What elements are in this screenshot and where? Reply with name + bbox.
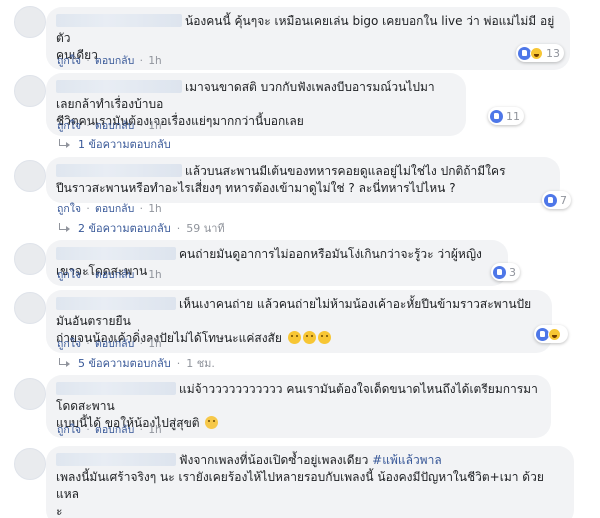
replies-count[interactable]: 1 ข้อความตอบกลับ [78, 135, 171, 153]
separator: · [139, 55, 143, 67]
reaction-summary[interactable]: 7 [542, 191, 571, 209]
like-link[interactable]: ถูกใจ [57, 120, 81, 132]
separator: · [86, 120, 90, 132]
view-replies-link[interactable]: 5 ข้อความตอบกลับ · 1 ชม. [57, 354, 215, 372]
separator: · [176, 356, 181, 370]
reply-link[interactable]: ตอบกลับ [95, 269, 134, 281]
comment-bubble: ฟังจากเพลงที่น้องเปิดซ้ำอยู่เพลงเดียว #แ… [46, 446, 574, 518]
replies-time: 1 ชม. [186, 357, 215, 370]
haha-reaction-icon [530, 46, 543, 60]
laughing-emoji-icon [302, 331, 316, 344]
separator: · [86, 203, 90, 215]
reaction-count: 3 [509, 265, 516, 279]
comment-time[interactable]: 1h [148, 203, 161, 215]
comment-actions: ถูกใจ · ตอบกลับ · 1h [57, 421, 162, 438]
reply-link[interactable]: ตอบกลับ [95, 120, 134, 132]
like-link[interactable]: ถูกใจ [57, 269, 81, 281]
comment-actions: ถูกใจ · ตอบกลับ · 1h [57, 335, 162, 352]
separator: · [86, 269, 90, 281]
like-link[interactable]: ถูกใจ [57, 424, 81, 436]
replies-time: 59 นาที [186, 222, 225, 235]
like-reaction-icon [493, 265, 506, 279]
comment-time[interactable]: 1h [148, 424, 161, 436]
like-reaction-icon [490, 109, 503, 123]
avatar[interactable] [14, 75, 46, 107]
comment-actions: ถูกใจ · ตอบกลับ · 1h [57, 52, 162, 69]
reaction-summary[interactable]: 11 [488, 107, 524, 125]
separator: · [86, 55, 90, 67]
commenter-name[interactable] [56, 80, 182, 93]
comment-actions: ถูกใจ · ตอบกลับ · 1h [57, 200, 162, 217]
reply-link[interactable]: ตอบกลับ [95, 203, 134, 215]
reply-link[interactable]: ตอบกลับ [95, 55, 134, 67]
reply-link[interactable]: ตอบกลับ [95, 338, 134, 350]
separator: · [176, 221, 181, 235]
reaction-summary[interactable]: 3 [491, 263, 520, 281]
reaction-count: 11 [506, 109, 520, 123]
reply-arrow-icon [57, 358, 73, 368]
comment-text-line: เพลงนี้มันเศร้าจริงๆ นะ เรายังเคยร้องไห้… [56, 470, 544, 501]
replies-count[interactable]: 5 ข้อความตอบกลับ [78, 354, 171, 372]
like-link[interactable]: ถูกใจ [57, 338, 81, 350]
comment-actions: ถูกใจ · ตอบกลับ · 1h [57, 266, 162, 283]
commenter-name[interactable] [56, 453, 176, 466]
avatar[interactable] [14, 243, 46, 275]
commenter-name[interactable] [56, 297, 176, 310]
commenter-name[interactable] [56, 164, 182, 177]
comment-actions: ถูกใจ · ตอบกลับ · 1h [57, 117, 162, 134]
avatar[interactable] [14, 160, 46, 192]
comment-time[interactable]: 1h [148, 338, 161, 350]
separator: · [86, 338, 90, 350]
avatar[interactable] [14, 6, 46, 38]
separator: · [139, 424, 143, 436]
separator: · [139, 120, 143, 132]
view-replies-link[interactable]: 1 ข้อความตอบกลับ [57, 135, 171, 153]
haha-reaction-icon [548, 327, 561, 341]
reaction-summary[interactable] [534, 325, 568, 343]
reply-arrow-icon [57, 223, 73, 233]
like-reaction-icon [544, 193, 557, 207]
comment-text-line: แล้วบนสะพานมีเต้นของทหารคอยดูแลอยู่ไม่ใช… [185, 164, 506, 178]
reaction-count: 7 [560, 193, 567, 207]
like-link[interactable]: ถูกใจ [57, 55, 81, 67]
comment-bubble: แล้วบนสะพานมีเต้นของทหารคอยดูแลอยู่ไม่ใช… [46, 157, 560, 203]
avatar[interactable] [14, 292, 46, 324]
laughing-emoji-icon [287, 331, 301, 344]
separator: · [86, 424, 90, 436]
view-replies-link[interactable]: 2 ข้อความตอบกลับ · 59 นาที [57, 219, 225, 237]
separator: · [139, 338, 143, 350]
reply-arrow-icon [57, 139, 73, 149]
comment-text-line: ะ [56, 504, 63, 518]
hashtag-link[interactable]: #แพ้แล้วพาล [372, 453, 442, 467]
separator: · [139, 269, 143, 281]
reaction-count: 13 [546, 46, 560, 60]
commenter-name[interactable] [56, 382, 176, 395]
avatar[interactable] [14, 378, 46, 410]
comment-time[interactable]: 1h [148, 55, 161, 67]
crying-emoji-icon [205, 416, 219, 429]
like-link[interactable]: ถูกใจ [57, 203, 81, 215]
replies-count[interactable]: 2 ข้อความตอบกลับ [78, 219, 171, 237]
laughing-emoji-icon [317, 331, 331, 344]
commenter-name[interactable] [56, 247, 176, 260]
reaction-summary[interactable]: 13 [516, 44, 564, 62]
comment-time[interactable]: 1h [148, 269, 161, 281]
comment-text-line: ปีนราวสะพานหรือทำอะไรเสี่ยงๆ ทหารต้องเข้… [56, 181, 456, 195]
comment-text-line: ฟังจากเพลงที่น้องเปิดซ้ำอยู่เพลงเดียว [179, 453, 369, 467]
reply-link[interactable]: ตอบกลับ [95, 424, 134, 436]
separator: · [139, 203, 143, 215]
comment-time[interactable]: 1h [148, 120, 161, 132]
commenter-name[interactable] [56, 14, 182, 27]
avatar[interactable] [14, 448, 46, 480]
